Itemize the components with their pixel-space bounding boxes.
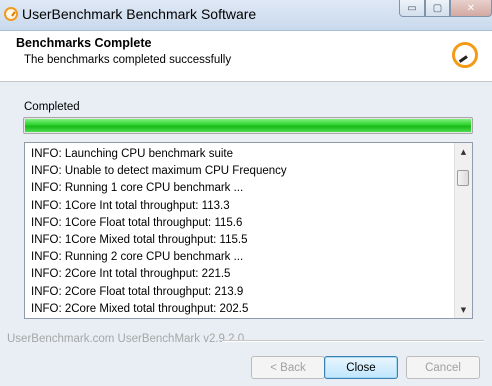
log-lines: INFO: Launching CPU benchmark suite INFO:…	[31, 146, 452, 318]
log-line: INFO: 1Core Float total throughput: 115.…	[31, 216, 243, 229]
status-label: Completed	[24, 101, 80, 113]
log-scrollbar[interactable]: ▲ ▼	[454, 143, 472, 318]
window-title: UserBenchmark Benchmark Software	[22, 6, 257, 22]
progress-fill	[25, 119, 471, 132]
log-line: INFO: 2Core Float total throughput: 213.…	[31, 285, 244, 298]
back-button[interactable]: < Back	[251, 356, 325, 379]
log-line: INFO: 2Core Int total throughput: 221.5	[31, 268, 231, 281]
scroll-up-icon[interactable]: ▲	[455, 143, 472, 160]
log-line: INFO: Running 1 core CPU benchmark ...	[31, 182, 244, 195]
maximize-button[interactable]: ▢	[425, 0, 450, 17]
scroll-thumb[interactable]	[457, 170, 469, 186]
log-line: INFO: Unable to detect maximum CPU Frequ…	[31, 165, 287, 178]
log-line: INFO: Launching CPU benchmark suite	[31, 148, 233, 160]
progress-bar	[23, 117, 473, 134]
close-window-button[interactable]: ✕	[450, 0, 492, 17]
header-panel: Benchmarks Complete The benchmarks compl…	[0, 31, 492, 82]
log-line: INFO: Running 2 core CPU benchmark ...	[31, 251, 244, 264]
log-line: INFO: 2Core Mixed total throughput: 202.…	[31, 302, 249, 315]
brand-version-label: UserBenchmark.com UserBenchMark v2.9.2.0	[7, 333, 245, 345]
gauge-icon	[452, 42, 478, 68]
app-icon	[4, 7, 18, 21]
title-bar: UserBenchmark Benchmark Software ▭ ▢ ✕	[0, 0, 492, 31]
log-line: INFO: 1Core Int total throughput: 113.3	[31, 199, 230, 212]
footer-divider	[222, 340, 484, 342]
log-line: INFO: 1Core Mixed total throughput: 115.…	[31, 234, 248, 247]
log-listbox[interactable]: INFO: Launching CPU benchmark suite INFO:…	[24, 142, 473, 319]
header-title: Benchmarks Complete	[16, 36, 152, 50]
close-button[interactable]: Close	[324, 356, 398, 379]
cancel-button[interactable]: Cancel	[406, 356, 480, 379]
header-subtitle: The benchmarks completed successfully	[24, 54, 232, 66]
scroll-down-icon[interactable]: ▼	[455, 301, 472, 318]
minimize-button[interactable]: ▭	[399, 0, 425, 17]
